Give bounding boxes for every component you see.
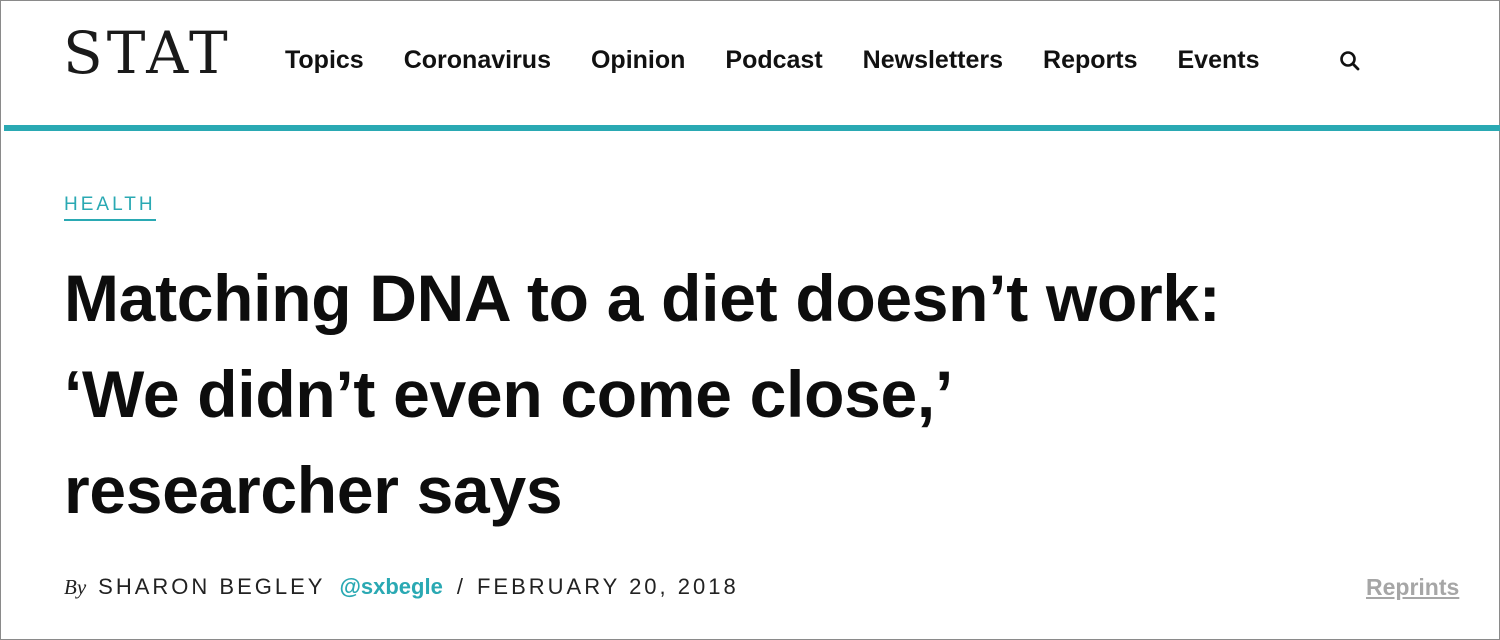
header-accent-bar xyxy=(4,125,1500,131)
site-header: STAT Topics Coronavirus Opinion Podcast … xyxy=(0,0,1500,126)
headline: Matching DNA to a diet doesn’t work: ‘We… xyxy=(64,250,1464,538)
nav-opinion[interactable]: Opinion xyxy=(591,44,685,76)
author-link[interactable]: SHARON BEGLEY xyxy=(98,574,325,600)
reprints-link[interactable]: Reprints xyxy=(1366,574,1459,601)
main-nav: Topics Coronavirus Opinion Podcast Newsl… xyxy=(285,44,1299,76)
nav-newsletters[interactable]: Newsletters xyxy=(863,44,1003,76)
publish-date: FEBRUARY 20, 2018 xyxy=(476,574,739,599)
nav-coronavirus[interactable]: Coronavirus xyxy=(404,44,551,76)
nav-podcast[interactable]: Podcast xyxy=(725,44,822,76)
byline-separator: / xyxy=(456,574,463,599)
headline-line: Matching DNA to a diet doesn’t work: xyxy=(64,261,1221,335)
nav-events[interactable]: Events xyxy=(1178,44,1260,76)
byline-by: By xyxy=(64,575,87,599)
stat-logo[interactable]: STAT xyxy=(63,24,232,82)
author-twitter-handle[interactable]: @sxbegle xyxy=(339,574,442,600)
byline: By SHARON BEGLEY @sxbegle / FEBRUARY 20,… xyxy=(64,574,739,600)
search-icon[interactable] xyxy=(1338,49,1362,73)
headline-line: ‘We didn’t even come close,’ xyxy=(64,357,953,431)
nav-topics[interactable]: Topics xyxy=(285,44,364,76)
nav-reports[interactable]: Reports xyxy=(1043,44,1137,76)
headline-line: researcher says xyxy=(64,453,563,527)
category-link[interactable]: HEALTH xyxy=(64,194,156,221)
